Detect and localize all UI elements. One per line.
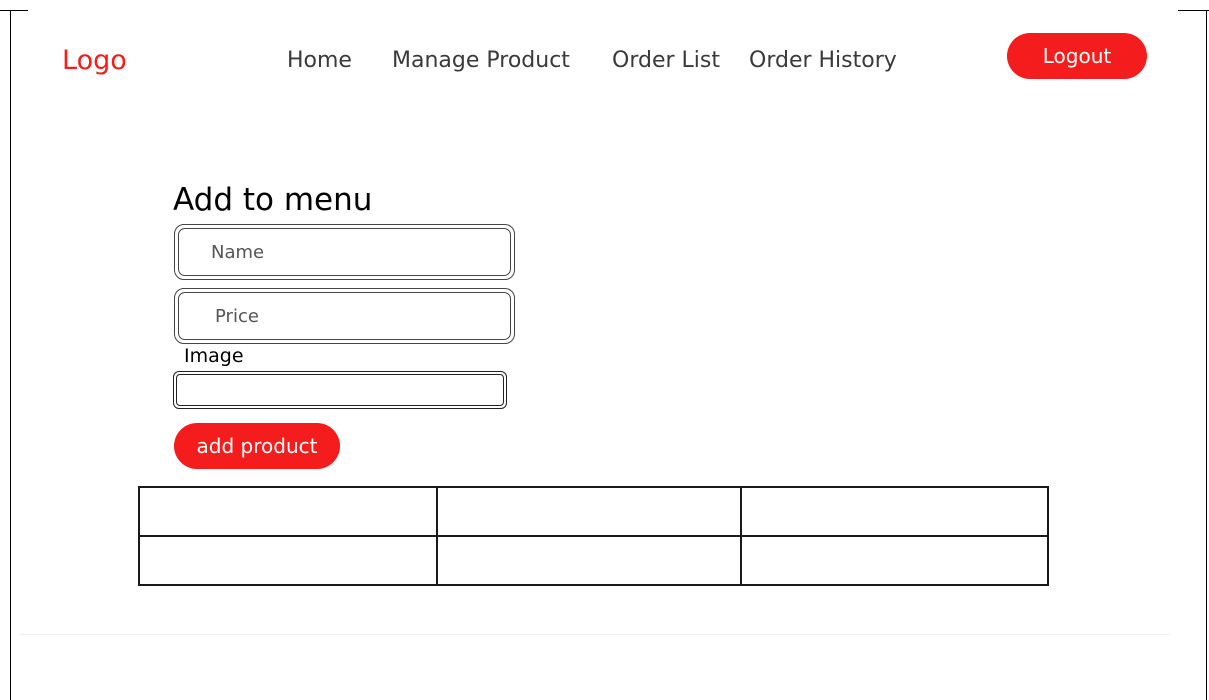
table-row — [138, 486, 1049, 537]
price-field-inner-border — [178, 292, 511, 340]
name-field — [174, 224, 515, 280]
footer-divider — [20, 634, 1170, 635]
logo[interactable]: Logo — [62, 44, 127, 78]
table-row — [138, 535, 1049, 586]
nav-link-home[interactable]: Home — [287, 47, 352, 75]
frame-right-edge — [1206, 10, 1207, 700]
table-cell — [138, 486, 438, 537]
nav-link-order-history[interactable]: Order History — [749, 47, 897, 75]
product-table — [138, 486, 1049, 586]
table-cell — [740, 486, 1049, 537]
name-field-inner-border — [178, 228, 511, 276]
image-label: Image — [184, 345, 244, 367]
table-cell — [138, 535, 438, 586]
name-input[interactable] — [179, 229, 510, 275]
frame-top-edge-left — [0, 10, 28, 11]
table-cell — [436, 486, 742, 537]
table-cell — [436, 535, 742, 586]
table-cell — [740, 535, 1049, 586]
image-input-field[interactable] — [173, 371, 507, 409]
logout-button[interactable]: Logout — [1007, 33, 1147, 79]
price-input[interactable] — [179, 293, 510, 339]
nav-link-manage-product[interactable]: Manage Product — [392, 47, 570, 75]
frame-left-edge — [10, 10, 11, 700]
nav-link-order-list[interactable]: Order List — [612, 47, 720, 75]
image-input-inner-border — [176, 374, 504, 406]
form-title: Add to menu — [173, 182, 373, 218]
price-field — [174, 288, 515, 344]
frame-top-edge-right — [1178, 10, 1209, 11]
add-product-button[interactable]: add product — [174, 423, 340, 469]
